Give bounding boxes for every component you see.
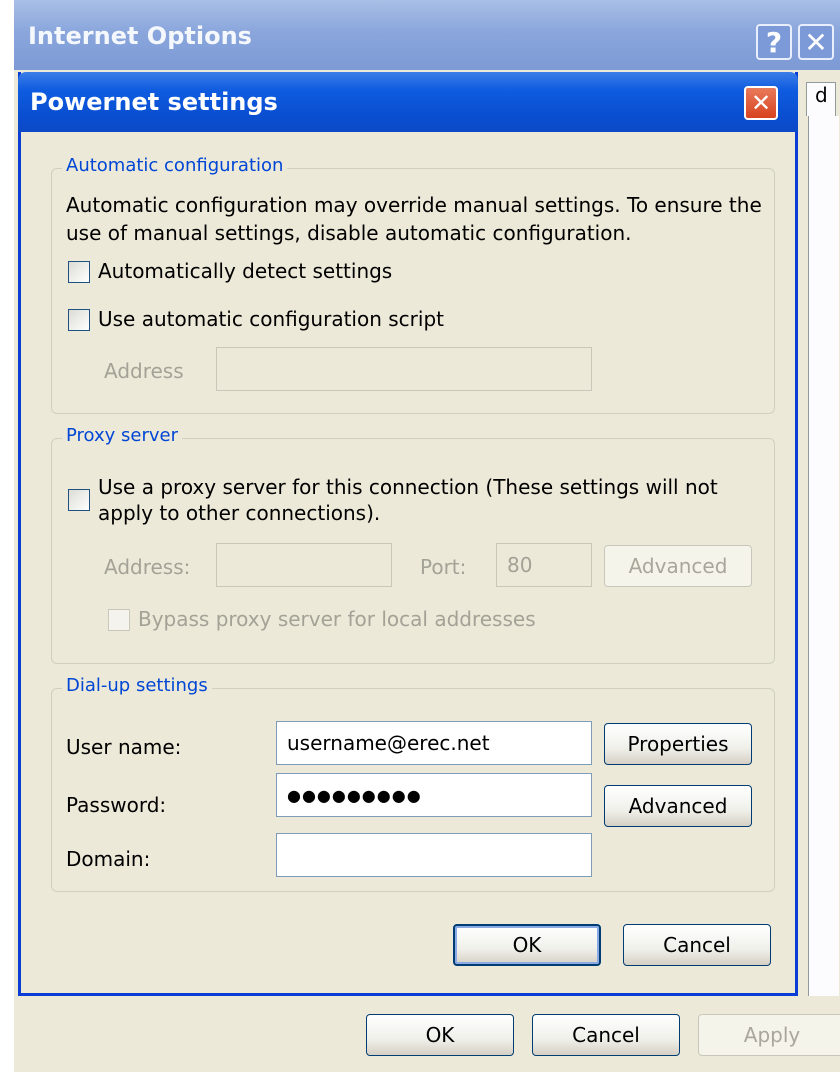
internet-options-titlebar[interactable]: Internet Options ? ✕ bbox=[14, 0, 840, 70]
parent-tab-label: d bbox=[815, 83, 828, 107]
proxy-port-input: 80 bbox=[496, 543, 592, 587]
dialup-advanced-button[interactable]: Advanced bbox=[604, 785, 752, 827]
auto-script-checkbox[interactable] bbox=[68, 309, 90, 331]
username-label: User name: bbox=[66, 735, 182, 759]
auto-config-description-line1: Automatic configuration may override man… bbox=[66, 193, 762, 217]
properties-button[interactable]: Properties bbox=[604, 723, 752, 765]
auto-address-label: Address bbox=[104, 359, 184, 383]
dialog-close-icon[interactable]: ✕ bbox=[744, 86, 778, 120]
parent-cancel-button[interactable]: Cancel bbox=[532, 1014, 680, 1056]
dialog-ok-button[interactable]: OK bbox=[453, 924, 601, 966]
auto-config-description-line2: use of manual settings, disable automati… bbox=[66, 221, 632, 245]
dialog-title: Powernet settings bbox=[30, 88, 278, 116]
use-proxy-label-line1[interactable]: Use a proxy server for this connection (… bbox=[98, 475, 718, 499]
use-proxy-label-line2[interactable]: apply to other connections). bbox=[98, 501, 380, 525]
auto-address-input bbox=[216, 347, 592, 391]
proxy-server-group: Proxy server Use a proxy server for this… bbox=[51, 425, 775, 664]
automatic-configuration-legend: Automatic configuration bbox=[62, 155, 288, 176]
proxy-advanced-button: Advanced bbox=[604, 545, 752, 587]
help-icon[interactable]: ? bbox=[756, 24, 792, 60]
bypass-proxy-label: Bypass proxy server for local addresses bbox=[138, 607, 536, 631]
proxy-port-label: Port: bbox=[420, 555, 467, 579]
parent-apply-button: Apply bbox=[698, 1014, 840, 1056]
auto-detect-checkbox[interactable] bbox=[68, 261, 90, 283]
use-proxy-checkbox[interactable] bbox=[68, 489, 90, 511]
parent-ok-button[interactable]: OK bbox=[366, 1014, 514, 1056]
internet-options-title: Internet Options bbox=[28, 22, 252, 50]
automatic-configuration-group: Automatic configuration Automatic config… bbox=[51, 155, 775, 414]
domain-input[interactable] bbox=[276, 833, 592, 877]
password-label: Password: bbox=[66, 793, 167, 817]
password-input[interactable]: ●●●●●●●●● bbox=[276, 773, 592, 817]
proxy-address-label: Address: bbox=[104, 555, 191, 579]
dialup-settings-group: Dial-up settings User name: username@ere… bbox=[51, 675, 775, 892]
dialog-titlebar[interactable]: Powernet settings ✕ bbox=[18, 72, 798, 132]
dialup-settings-legend: Dial-up settings bbox=[62, 675, 212, 696]
powernet-settings-dialog: Powernet settings ✕ Automatic configurat… bbox=[18, 72, 798, 996]
username-input[interactable]: username@erec.net bbox=[276, 721, 592, 765]
auto-detect-label[interactable]: Automatically detect settings bbox=[98, 259, 392, 283]
auto-script-label[interactable]: Use automatic configuration script bbox=[98, 307, 444, 331]
parent-tab-panel bbox=[808, 116, 839, 996]
bypass-proxy-checkbox bbox=[108, 609, 130, 631]
domain-label: Domain: bbox=[66, 847, 151, 871]
parent-tab-partial[interactable]: d bbox=[806, 82, 836, 116]
close-icon[interactable]: ✕ bbox=[798, 24, 834, 60]
proxy-server-legend: Proxy server bbox=[62, 425, 183, 446]
dialog-cancel-button[interactable]: Cancel bbox=[623, 924, 771, 966]
proxy-address-input bbox=[216, 543, 392, 587]
